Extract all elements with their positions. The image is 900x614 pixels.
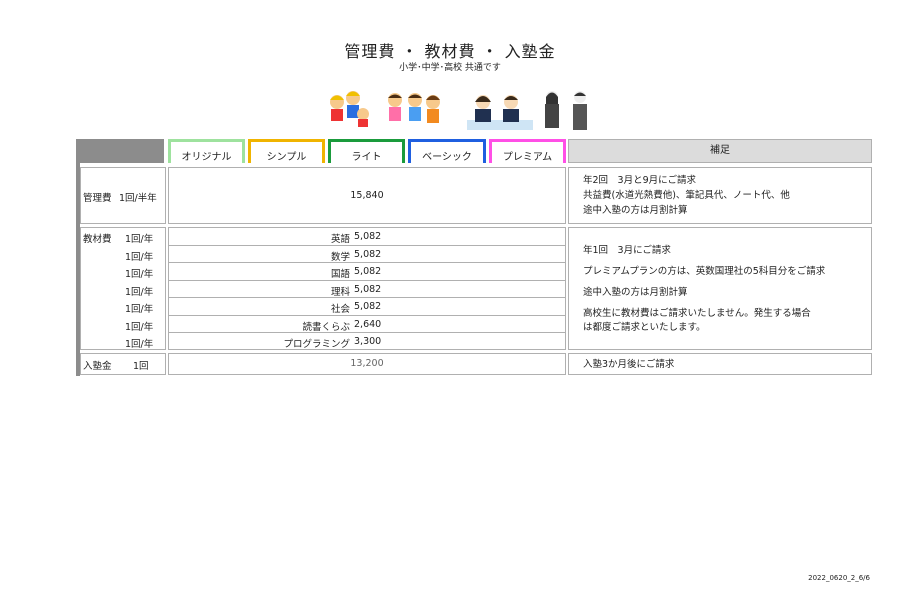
nyujuku-value: 13,200	[350, 358, 384, 369]
subject-price: 2,640	[354, 318, 382, 330]
list-item: 国語 5,082	[168, 263, 566, 281]
subject-price: 3,300	[354, 336, 382, 347]
subject-price: 5,082	[354, 266, 382, 277]
subject-price: 5,082	[354, 301, 382, 312]
plan-header-premium: プレミアム	[489, 139, 566, 163]
nyujuku-label: 入塾金	[83, 361, 112, 372]
kyozai-frequency: 1回/年	[125, 339, 154, 350]
list-item: 英語 5,082	[168, 228, 566, 246]
kyozai-frequency: 1回/年	[125, 251, 154, 263]
note-line: は都度ご請求といたします。	[583, 322, 706, 333]
plan-header-simple: シンプル	[248, 139, 325, 163]
nyujuku-notes-cell: 入塾3か月後にご請求	[568, 353, 872, 375]
nyujuku-note: 入塾3か月後にご請求	[583, 359, 675, 370]
plan-header-basic: ベーシック	[408, 139, 486, 163]
kyozai-frequency: 1回/年	[125, 304, 154, 315]
high-school-students-icon	[540, 88, 596, 130]
note-line: プレミアムプランの方は、英数国理社の5科目分をご請求	[583, 266, 826, 277]
page-title: 管理費 ・ 教材費 ・ 入塾金	[344, 42, 556, 61]
kyozai-frequency: 1回/年	[125, 321, 154, 333]
list-item: 社会 5,082	[168, 298, 566, 316]
kanri-notes: 年2回 3月と9月にご請求 共益費(水道光熱費他)、筆記具代、ノート代、他 途中…	[583, 173, 790, 218]
kanri-label: 管理費	[83, 193, 112, 204]
note-line: 年2回 3月と9月にご請求	[583, 175, 696, 186]
kanri-label-cell: 管理費 1回/半年	[80, 167, 166, 224]
kyozai-notes: 年1回 3月にご請求 プレミアムプランの方は、英数国理社の5科目分をご請求 途中…	[583, 240, 825, 335]
nyujuku-label-cell: 入塾金 1回	[80, 353, 166, 375]
plan-label: オリジナル	[181, 152, 232, 163]
nyujuku-value-cell: 13,200	[168, 353, 566, 375]
kyozai-frequency: 1回/年	[125, 234, 154, 245]
list-item: 数学 5,082	[168, 246, 566, 263]
page-subtitle: 小学･中学･高校 共通です	[399, 63, 501, 73]
note-line: 高校生に教材費はご請求いたしません。発生する場合	[583, 308, 811, 319]
plan-header-light: ライト	[328, 139, 405, 163]
kanri-value: 15,840	[350, 190, 384, 201]
kids-group-icon	[325, 88, 455, 128]
middle-school-students-icon	[465, 88, 535, 130]
kanri-notes-cell: 年2回 3月と9月にご請求 共益費(水道光熱費他)、筆記具代、ノート代、他 途中…	[568, 167, 872, 224]
notes-header: 補足	[568, 139, 872, 163]
plan-header-original: オリジナル	[168, 139, 245, 163]
subject-name: プログラミング	[283, 339, 350, 350]
plan-label: プレミアム	[502, 152, 553, 163]
plan-label: シンプル	[266, 152, 307, 163]
nyujuku-frequency: 1回	[133, 361, 149, 372]
note-line: 共益費(水道光熱費他)、筆記具代、ノート代、他	[583, 190, 790, 201]
list-item: 読書くらぶ 2,640	[168, 316, 566, 333]
subject-price: 5,082	[354, 283, 382, 295]
note-line: 年1回 3月にご請求	[583, 245, 671, 256]
note-line: 途中入塾の方は月割計算	[583, 205, 688, 216]
subject-name: 英語	[330, 234, 350, 245]
subject-price: 5,082	[354, 231, 382, 242]
table-header-corner	[76, 139, 164, 163]
page-footer: 2022_0620_2_6/6	[808, 574, 870, 582]
kyozai-frequency: 1回/年	[125, 269, 154, 280]
subject-name: 数学	[330, 251, 350, 263]
kanri-frequency: 1回/半年	[119, 193, 157, 204]
kanri-value-cell: 15,840	[168, 167, 566, 224]
subject-name: 読書くらぶ	[302, 321, 350, 333]
note-line: 途中入塾の方は月割計算	[583, 287, 688, 298]
list-item: プログラミング 3,300	[168, 333, 566, 351]
plan-label: ベーシック	[422, 152, 472, 163]
plan-label: ライト	[351, 152, 382, 163]
subject-name: 国語	[330, 269, 350, 280]
kyozai-label-cell: 教材費 1回/年 1回/年 1回/年 1回/年 1回/年 1回/年 1回/年	[80, 227, 166, 350]
kyozai-notes-cell: 年1回 3月にご請求 プレミアムプランの方は、英数国理社の5科目分をご請求 途中…	[568, 227, 872, 350]
subject-name: 社会	[330, 304, 350, 315]
kyozai-frequency: 1回/年	[125, 286, 154, 298]
subject-name: 理科	[330, 286, 350, 298]
kyozai-label: 教材費	[83, 234, 112, 245]
subject-price: 5,082	[354, 248, 382, 260]
list-item: 理科 5,082	[168, 281, 566, 298]
